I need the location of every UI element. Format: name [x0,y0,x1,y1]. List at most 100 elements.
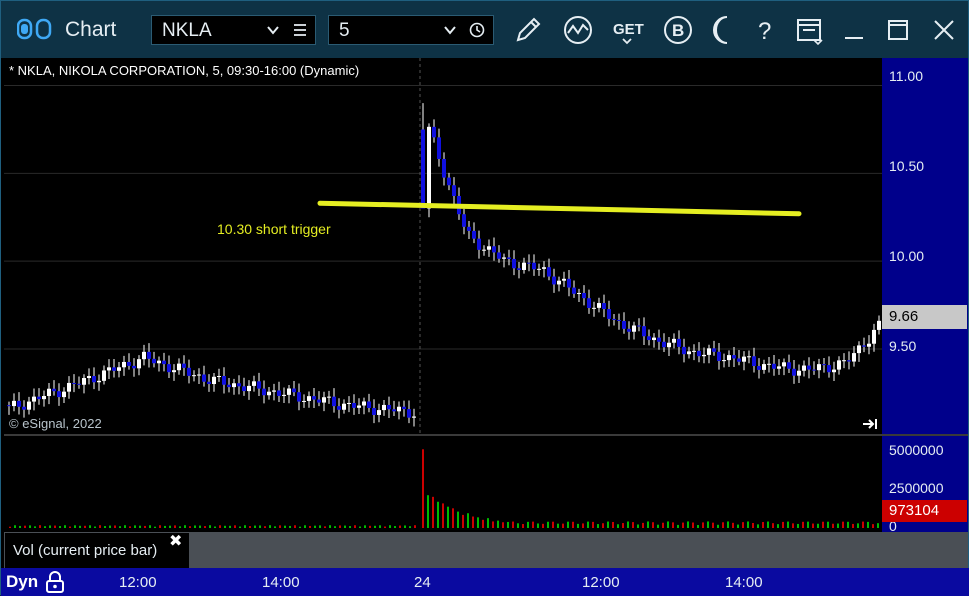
volume-last-badge: 973104 [882,500,967,522]
page-setup-icon[interactable] [793,13,827,47]
volume-bar [199,525,201,528]
candle-body [662,341,666,348]
volume-bar [852,523,854,528]
candle-body [357,405,361,408]
volume-bar [254,525,256,528]
candle-body [207,381,211,385]
candle-body [82,378,86,385]
minimize-icon[interactable] [837,13,871,47]
chevron-down-icon[interactable] [443,23,457,37]
candle-body [482,249,486,251]
candle-body [367,401,371,408]
help-icon[interactable]: ? [749,13,783,47]
candle-body [717,351,721,361]
candle-body [342,403,346,410]
volume-bar [872,524,874,528]
candle-body [92,376,96,383]
time-axis[interactable]: Dyn 12:00 14:00 24 12:00 14:00 [1,568,969,596]
volume-bar [14,525,16,528]
menu-icon[interactable] [292,22,308,38]
candle-body [197,374,201,376]
title-bar: Chart NKLA 5 GET B ? [1,1,968,58]
b-icon[interactable]: B [661,13,695,47]
candle-body [692,350,696,352]
candle-body [472,230,476,239]
volume-bar [522,524,524,528]
candle-body [302,400,306,402]
volume-bar [717,524,719,528]
candle-body [12,400,16,407]
volume-legend[interactable]: Vol (current price bar) [5,533,189,568]
y-tick-label: 10.00 [889,248,925,264]
volume-bar [154,526,156,528]
volume-bar [329,525,331,528]
volume-bar [827,521,829,528]
volume-bar [757,524,759,528]
volume-bar [269,525,271,528]
candle-body [372,407,376,415]
moon-icon[interactable] [705,13,739,47]
volume-bar [399,525,401,528]
candle-body [822,364,826,366]
study-icon[interactable] [561,13,595,47]
clock-icon[interactable] [469,22,485,38]
candle-body [227,384,231,388]
volume-bar [184,525,186,528]
volume-bar [532,521,534,528]
volume-bar [672,522,674,528]
volume-bar [607,521,609,528]
symbol-select[interactable]: NKLA [151,15,316,45]
close-study-icon[interactable]: ✖ [169,531,182,551]
get-icon[interactable]: GET [611,13,645,47]
candle-body [637,325,641,327]
volume-bar [517,523,519,528]
symbol-value: NKLA [162,20,212,41]
candle-body [832,369,836,373]
candle-body [697,350,701,357]
candle-body [722,360,726,362]
pencil-icon[interactable] [511,13,545,47]
volume-bar [732,522,734,528]
candle-body [492,246,496,253]
volume-bar [204,526,206,528]
candle-body [432,126,436,138]
candle-body [62,391,66,398]
candle-body [32,396,36,402]
volume-bar [34,526,36,528]
dynamic-mode-label[interactable]: Dyn [6,572,38,592]
candle-body [587,298,591,309]
volume-bar [234,525,236,528]
price-pane[interactable] [4,58,882,434]
volume-chart[interactable] [4,436,882,532]
interval-select[interactable]: 5 [328,15,494,45]
volume-bar [384,526,386,528]
volume-bar [447,506,449,528]
volume-bar [742,522,744,528]
candle-body [412,416,416,418]
candle-body [642,326,646,337]
maximize-icon[interactable] [881,13,915,47]
volume-bar [832,523,834,528]
candle-body [117,367,121,371]
scroll-to-end-icon[interactable] [862,417,878,431]
volume-bar [24,525,26,528]
price-axis[interactable] [882,58,968,434]
lock-icon[interactable] [45,571,65,593]
volume-bar [194,525,196,528]
settings-toggle-icon[interactable] [17,18,53,40]
x-tick-label: 12:00 [119,574,157,591]
close-icon[interactable] [927,13,961,47]
volume-bar [427,495,429,528]
volume-bar [129,526,131,528]
candle-body [567,278,571,288]
candle-body [687,351,691,355]
candle-body [812,369,816,371]
chevron-down-icon[interactable] [266,23,280,37]
volume-bar [692,522,694,528]
candle-body [752,356,756,367]
price-chart[interactable] [4,58,882,434]
candle-body [712,348,716,352]
volume-bar [587,521,589,528]
volume-bar [767,521,769,528]
volume-bar [512,521,514,528]
